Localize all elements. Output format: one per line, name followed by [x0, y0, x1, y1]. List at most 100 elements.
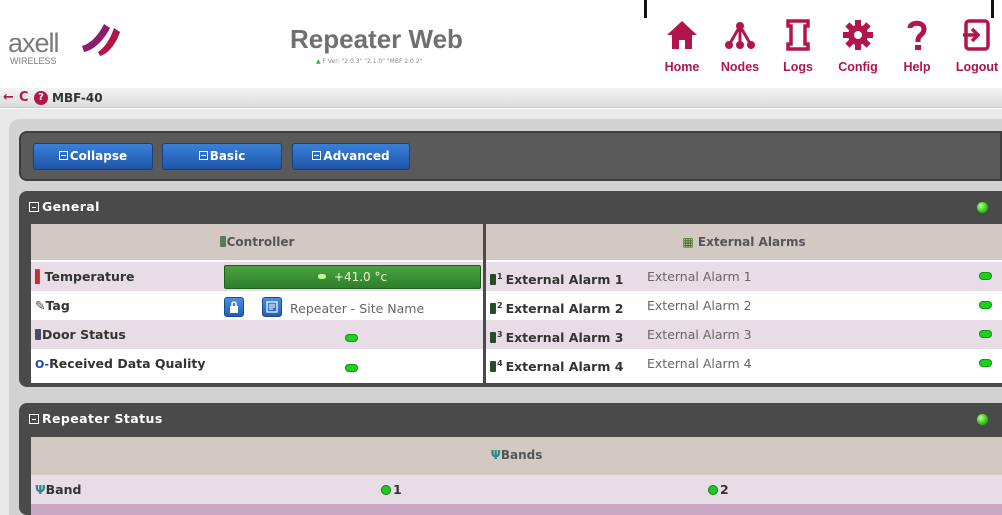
general-status-led — [977, 202, 988, 213]
alarm-1-value: External Alarm 1 — [647, 269, 752, 284]
alarm-row-2: 2 External Alarm 2 External Alarm 2 — [486, 291, 1002, 320]
alarms-header-text: External Alarms — [697, 235, 806, 249]
version-info: ▲ F Ver: "2.0.3" "2.1.0" "MBF 2.0.2" — [316, 58, 422, 65]
tag-value: Repeater - Site Name — [290, 301, 425, 316]
general-header[interactable]: General — [19, 191, 1002, 223]
basic-button[interactable]: Basic — [162, 143, 282, 170]
edit-note-icon — [266, 301, 278, 313]
nav-logs-label: Logs — [783, 60, 813, 74]
bands-header-text: Bands — [500, 448, 543, 462]
help-icon — [907, 20, 927, 50]
lock-button[interactable] — [224, 297, 244, 317]
edit-tag-button[interactable] — [262, 297, 282, 317]
antenna-icon: Ψ — [490, 448, 501, 462]
controller-header: Controller — [31, 224, 483, 260]
alarm-2-label: 2 External Alarm 2 — [486, 291, 636, 320]
logo-word: axell — [8, 28, 60, 58]
alarm-1-label: 1 External Alarm 1 — [486, 262, 636, 291]
collapse-label: Collapse — [69, 149, 128, 163]
thermometer-icon: ▌ — [35, 269, 45, 284]
alarm-3-num: 3 — [497, 330, 503, 339]
nodes-icon — [725, 22, 755, 49]
band-1-status-icon — [381, 485, 391, 495]
basic-label: Basic — [209, 149, 246, 163]
door-row: Door Status — [31, 320, 483, 349]
alarms-table: ▦ External Alarms 1 External Alarm 1 Exte… — [486, 224, 1002, 383]
alarm-row-1: 1 External Alarm 1 External Alarm 1 — [486, 262, 1002, 291]
home-icon — [667, 21, 697, 49]
tag-label-text: Tag — [45, 298, 70, 313]
general-title-text: General — [42, 199, 100, 214]
alarm-4-num: 4 — [497, 359, 503, 368]
rdq-label-text: Received Data Quality — [49, 356, 206, 371]
refresh-icon[interactable]: C — [19, 90, 29, 105]
band-2-text: 2 — [720, 482, 729, 497]
logout-icon — [963, 19, 990, 51]
alarm-row-4: 4 External Alarm 4 External Alarm 4 — [486, 349, 1002, 378]
nav-logout-label: Logout — [955, 60, 999, 74]
alarm-2-status-led — [979, 301, 992, 309]
band-1: 1 — [381, 475, 441, 504]
alarm-3-label: 3 External Alarm 3 — [486, 320, 636, 349]
alarm-4-label: 4 External Alarm 4 — [486, 349, 636, 378]
rdq-row: O-Received Data Quality — [31, 349, 483, 378]
alarm-icon — [490, 303, 496, 314]
general-title: General — [29, 199, 100, 214]
logo-subtitle: WIRELESS — [10, 56, 57, 66]
nav-config-label: Config — [838, 60, 878, 74]
rdq-label: O-Received Data Quality — [31, 349, 221, 378]
controller-icon — [219, 236, 226, 247]
app-title: Repeater Web — [290, 24, 463, 54]
alarm-panel-icon: ▦ — [682, 235, 694, 249]
alarm-3-value: External Alarm 3 — [647, 327, 752, 342]
repeater-status-title: Repeater Status — [29, 411, 163, 426]
band-label-text: Band — [45, 482, 82, 497]
minus-box-icon — [58, 151, 68, 160]
edge-marker — [644, 0, 647, 18]
nav-help-label: Help — [903, 60, 931, 74]
alarm-icon — [490, 361, 496, 372]
alarm-1-num: 1 — [497, 272, 503, 281]
alarm-icon — [490, 332, 496, 343]
nav-home[interactable]: Home — [660, 18, 704, 82]
repeater-status-header[interactable]: Repeater Status — [19, 403, 1002, 435]
bands-table: ΨBands ΨBand 1 2 — [31, 437, 1002, 515]
logs-icon — [786, 19, 810, 51]
alarm-4-value: External Alarm 4 — [647, 356, 752, 371]
tag-label: ✎Tag — [31, 291, 221, 320]
band-label: ΨBand — [31, 475, 181, 504]
alarm-3-status-led — [979, 330, 992, 338]
antenna-icon: Ψ — [35, 482, 46, 497]
list-box-icon — [312, 151, 322, 160]
nav-logout[interactable]: Logout — [952, 18, 1002, 82]
temperature-label-text: Temperature — [44, 269, 135, 284]
logo: axell WIRELESS — [8, 18, 128, 68]
band-1-text: 1 — [393, 482, 402, 497]
alarm-row-3: 3 External Alarm 3 External Alarm 3 — [486, 320, 1002, 349]
logo-mark-icon — [82, 24, 120, 56]
alarm-1-status-led — [979, 272, 992, 280]
door-icon — [35, 329, 41, 340]
nav-nodes-label: Nodes — [720, 60, 760, 74]
door-status-led — [345, 334, 358, 342]
edge-marker — [991, 0, 994, 18]
help-circle-icon[interactable]: ? — [34, 91, 48, 105]
door-label: Door Status — [31, 320, 221, 349]
advanced-button[interactable]: Advanced — [292, 143, 410, 170]
repeater-status-led — [977, 414, 988, 425]
band-2: 2 — [708, 475, 768, 504]
nav-nodes[interactable]: Nodes — [716, 18, 764, 82]
nav-config[interactable]: Config — [833, 18, 883, 82]
alarm-icon — [490, 274, 496, 285]
header: axell WIRELESS Repeater Web ▲ F Ver: "2.… — [0, 0, 1002, 88]
nav-help[interactable]: Help — [897, 18, 937, 82]
nav-home-label: Home — [664, 60, 700, 74]
alarm-1-label-text: External Alarm 1 — [505, 272, 624, 287]
rdq-status-led — [345, 364, 358, 372]
nav-logs[interactable]: Logs — [777, 18, 819, 82]
alarm-2-value: External Alarm 2 — [647, 298, 752, 313]
breadcrumb-device: MBF-40 — [52, 91, 103, 105]
collapse-button[interactable]: Collapse — [33, 143, 153, 170]
lock-icon — [230, 301, 238, 313]
back-arrow-icon[interactable]: ← — [3, 90, 14, 105]
